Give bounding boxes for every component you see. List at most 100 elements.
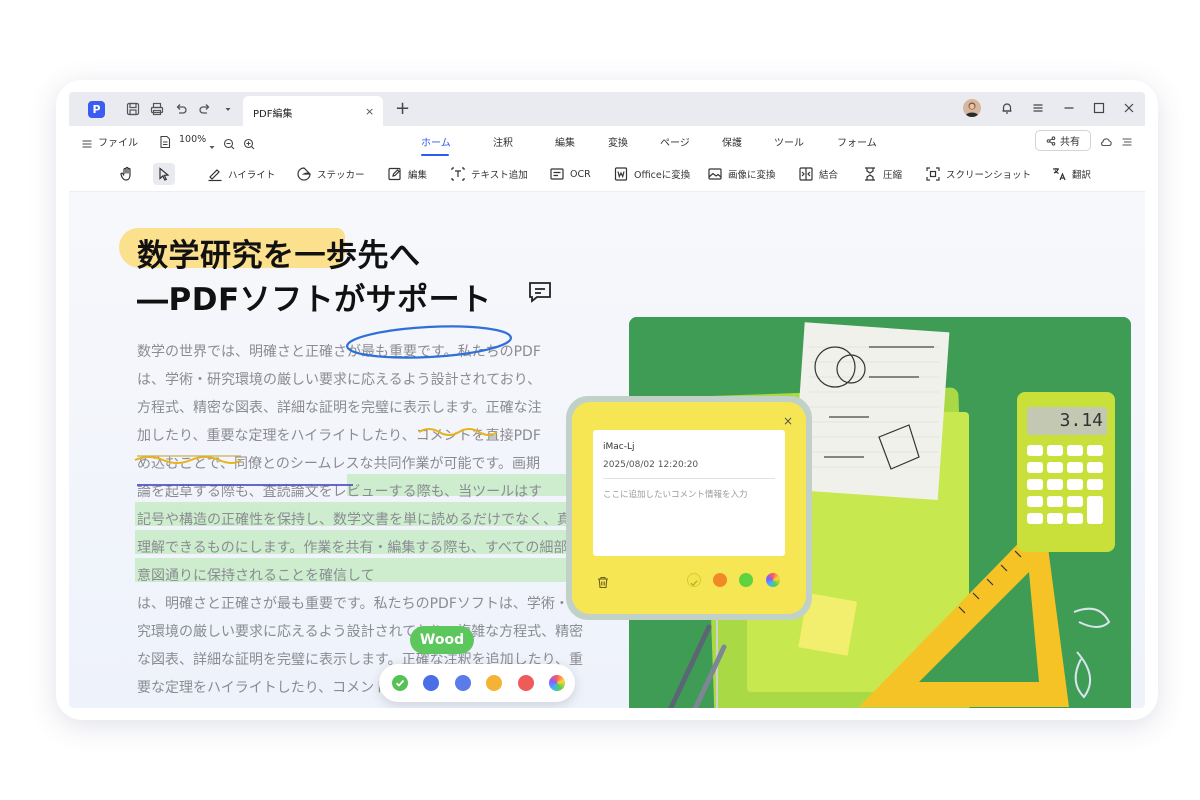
ink-annotations [134, 325, 512, 486]
ocr-tool-button[interactable]: OCR [549, 163, 591, 185]
tab-convert[interactable]: 変換 [608, 134, 628, 149]
note-color-green[interactable] [739, 573, 753, 587]
screenshot-icon [926, 167, 940, 181]
circle-annotation [346, 325, 512, 359]
tab-tools[interactable]: ツール [774, 134, 804, 149]
tab-home[interactable]: ホーム [421, 134, 451, 149]
text-box-icon [451, 167, 465, 181]
compress-button[interactable]: 圧縮 [862, 163, 902, 185]
cursor-arrow-icon [159, 167, 170, 181]
color-swatch-custom[interactable] [549, 675, 565, 691]
add-text-tool-button[interactable]: テキスト追加 [450, 163, 528, 185]
calculator-display: 3.14 [1059, 410, 1103, 431]
compress-icon [865, 167, 875, 181]
document-tab[interactable]: PDF編集 × [243, 96, 383, 126]
office-doc-icon [614, 167, 628, 181]
tab-protect[interactable]: 保護 [722, 134, 742, 149]
sticker-label: ステッカー [317, 170, 365, 181]
compress-label: 圧縮 [883, 170, 903, 181]
ocr-label: OCR [570, 168, 591, 180]
zoom-dropdown-icon[interactable] [208, 136, 216, 149]
avatar[interactable] [963, 99, 981, 117]
chevron-down-icon[interactable] [221, 102, 235, 116]
tab-forms[interactable]: フォーム [837, 134, 877, 149]
comment-author: iMac-Lj [603, 442, 635, 452]
menu-bar: ファイル 100% ホーム 注釈 編集 変換 ページ 保護 ツール フォーム 共… [69, 126, 1145, 156]
file-menu[interactable]: ファイル [98, 134, 138, 149]
close-window-icon[interactable] [1122, 101, 1136, 115]
edit-tool-button[interactable]: 編集 [387, 163, 427, 185]
check-icon [395, 679, 405, 687]
app-window: P PDF編集 × + ファイル 100% ホーム 注釈 編集 変換 ページ 保… [69, 92, 1145, 708]
collapse-icon[interactable] [1121, 134, 1133, 148]
document-tab-title: PDF編集 [253, 109, 293, 120]
page-icon[interactable] [159, 134, 171, 149]
combine-icon [799, 167, 813, 181]
notification-bell-icon[interactable] [1000, 101, 1014, 115]
tab-page[interactable]: ページ [660, 134, 690, 149]
edit-label: 編集 [408, 170, 428, 181]
share-icon [1046, 135, 1056, 146]
ocr-icon [550, 168, 564, 180]
minimize-icon[interactable] [1062, 101, 1076, 115]
zoom-out-icon[interactable] [223, 135, 235, 150]
zoom-level[interactable]: 100% [179, 134, 206, 145]
menu-icon[interactable] [81, 135, 93, 148]
close-icon[interactable]: × [783, 414, 793, 428]
select-tool-button[interactable] [153, 163, 175, 185]
highlighter-icon [208, 169, 222, 182]
trash-icon[interactable] [596, 574, 610, 589]
tab-edit[interactable]: 編集 [555, 134, 575, 149]
note-color-orange[interactable] [713, 573, 727, 587]
redo-icon[interactable] [198, 102, 212, 116]
undo-icon[interactable] [174, 102, 188, 116]
add-text-label: テキスト追加 [471, 170, 528, 181]
combine-label: 結合 [819, 170, 839, 181]
screenshot-button[interactable]: スクリーンショット [925, 163, 1031, 185]
translate-icon [1053, 168, 1066, 181]
divider [603, 478, 775, 479]
image-icon [708, 168, 722, 180]
app-logo-icon[interactable]: P [88, 101, 105, 118]
print-icon[interactable] [150, 102, 164, 116]
combine-button[interactable]: 結合 [798, 163, 838, 185]
convert-office-button[interactable]: Officeに変換 [613, 163, 690, 185]
tab-close-icon[interactable]: × [365, 105, 374, 118]
color-swatch-red[interactable] [518, 675, 534, 691]
color-swatch-orange[interactable] [486, 675, 502, 691]
maximize-icon[interactable] [1092, 101, 1106, 115]
highlight-color-picker [379, 664, 575, 702]
convert-image-label: 画像に変換 [728, 170, 776, 181]
highlight-tool-button[interactable]: ハイライト [207, 163, 275, 185]
color-swatch-green-selected[interactable] [392, 675, 408, 691]
comment-input[interactable]: ここに追加したいコメント情報を入力 [603, 488, 748, 500]
sticker-tool-button[interactable]: ステッカー [296, 163, 365, 185]
hand-tool-button[interactable] [119, 163, 135, 185]
zoom-in-icon[interactable] [243, 135, 255, 150]
document-view: 数学研究を一歩先へ ―PDFソフトがサポート 数学の世界では、明確さと正確さが最… [69, 192, 1145, 708]
save-icon[interactable] [126, 102, 140, 116]
highlight-label: ハイライト [228, 170, 276, 181]
tab-annotate[interactable]: 注釈 [493, 134, 513, 149]
translate-label: 翻訳 [1072, 170, 1092, 181]
squiggle-annotation [418, 428, 498, 436]
note-color-yellow-selected[interactable] [687, 573, 701, 587]
share-label: 共有 [1060, 137, 1080, 148]
color-swatch-indigo[interactable] [455, 675, 471, 691]
hamburger-menu-icon[interactable] [1031, 101, 1045, 115]
squiggle-annotation [134, 456, 242, 464]
edit-pencil-icon [388, 167, 401, 181]
check-icon [690, 580, 698, 587]
new-tab-button[interactable]: + [395, 98, 410, 119]
highlight-tag-label[interactable]: Wood [410, 626, 474, 654]
cloud-icon[interactable] [1099, 134, 1113, 148]
convert-image-button[interactable]: 画像に変換 [707, 163, 776, 185]
share-button[interactable]: 共有 [1035, 130, 1091, 151]
title-bar: P PDF編集 × + [69, 92, 1145, 126]
stage: P PDF編集 × + ファイル 100% ホーム 注釈 編集 変換 ページ 保… [0, 0, 1200, 800]
note-color-custom[interactable] [766, 573, 780, 587]
comment-timestamp: 2025/08/02 12:20:20 [603, 460, 699, 470]
translate-button[interactable]: 翻訳 [1051, 163, 1091, 185]
convert-office-label: Officeに変換 [634, 170, 691, 181]
color-swatch-blue[interactable] [423, 675, 439, 691]
